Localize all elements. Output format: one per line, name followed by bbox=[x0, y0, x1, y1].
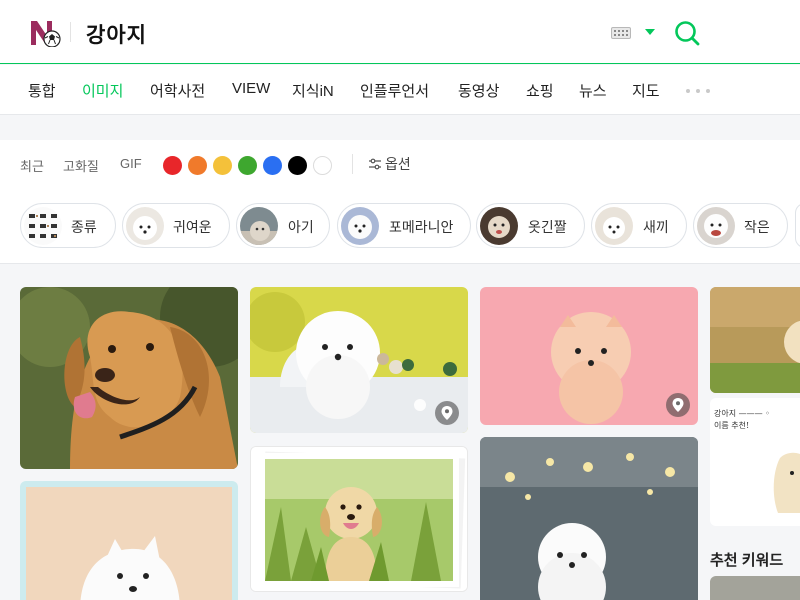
image-result-white-spitz[interactable] bbox=[20, 481, 238, 600]
tab-news[interactable]: 뉴스 bbox=[579, 80, 607, 101]
image-result-puppy-grass-partial[interactable] bbox=[710, 287, 800, 393]
chip-more[interactable] bbox=[795, 203, 800, 248]
keyboard-icon[interactable] bbox=[611, 27, 631, 39]
chip-baby[interactable]: 아기 bbox=[236, 203, 330, 248]
chip-label: 귀여운 bbox=[173, 219, 212, 235]
tab-kin[interactable]: 지식iN bbox=[292, 80, 334, 101]
tab-image[interactable]: 이미지 bbox=[82, 80, 123, 101]
search-tabs: 통합 이미지 어학사전 VIEW 지식iN 인플루언서 동영상 쇼핑 뉴스 지도 bbox=[0, 65, 800, 115]
tab-dictionary[interactable]: 어학사전 bbox=[150, 80, 205, 101]
dog-photo bbox=[480, 437, 698, 600]
tab-shopping[interactable]: 쇼핑 bbox=[526, 80, 554, 101]
chip-pomeranian[interactable]: 포메라니안 bbox=[337, 203, 471, 248]
options-label: 옵션 bbox=[385, 156, 411, 172]
image-result-white-pomeranian[interactable] bbox=[250, 287, 468, 433]
image-result-pink-pomeranian[interactable] bbox=[480, 287, 698, 425]
dog-illustration bbox=[773, 452, 800, 513]
chip-thumbnail bbox=[480, 207, 518, 245]
search-icon[interactable] bbox=[674, 20, 700, 46]
chip-type[interactable]: 종류 bbox=[20, 203, 116, 248]
chip-thumbnail bbox=[126, 207, 164, 245]
tab-map[interactable]: 지도 bbox=[632, 80, 660, 101]
chip-thumbnail bbox=[697, 207, 735, 245]
map-pin-icon[interactable] bbox=[435, 401, 459, 425]
chevron-down-icon[interactable] bbox=[645, 29, 655, 35]
tab-influencer[interactable]: 인플루언서 bbox=[360, 80, 429, 101]
chip-label: 아기 bbox=[288, 219, 314, 235]
chip-label: 새끼 bbox=[643, 219, 669, 235]
recommended-keywords-title: 추천 키워드 bbox=[710, 552, 784, 569]
dog-photo bbox=[20, 287, 238, 469]
image-result-golden-retriever[interactable] bbox=[20, 287, 238, 469]
color-filter-black[interactable] bbox=[288, 156, 307, 175]
logo-divider bbox=[70, 22, 71, 42]
chip-label: 옷긴짤 bbox=[528, 219, 567, 235]
recommended-thumbnail[interactable] bbox=[710, 576, 800, 600]
tab-view[interactable]: VIEW bbox=[232, 80, 270, 97]
more-dots-icon[interactable] bbox=[686, 89, 710, 93]
chip-label: 종류 bbox=[71, 219, 97, 235]
color-filter-green[interactable] bbox=[238, 156, 257, 175]
chip-funny[interactable]: 옷긴짤 bbox=[476, 203, 585, 248]
dog-photo bbox=[710, 287, 800, 393]
chip-puppy[interactable]: 새끼 bbox=[591, 203, 687, 248]
sliders-icon bbox=[369, 158, 381, 170]
chip-label: 작은 bbox=[744, 219, 770, 235]
options-button[interactable]: 옵션 bbox=[368, 155, 411, 173]
color-filter-yellow[interactable] bbox=[213, 156, 232, 175]
image-result-name-recommendation[interactable]: 강아지 ——— ◦ 이름 추천! bbox=[710, 398, 800, 526]
map-pin-icon[interactable] bbox=[666, 393, 690, 417]
chip-thumbnail bbox=[341, 207, 379, 245]
filter-gif[interactable]: GIF bbox=[120, 156, 142, 171]
image-result-white-maltese-bokeh[interactable] bbox=[480, 437, 698, 600]
chip-cute[interactable]: 귀여운 bbox=[122, 203, 230, 248]
filter-divider bbox=[352, 154, 353, 174]
color-filter-red[interactable] bbox=[163, 156, 182, 175]
color-filter-blue[interactable] bbox=[263, 156, 282, 175]
image-result-golden-puppy-grass[interactable] bbox=[250, 446, 468, 592]
filter-recent[interactable]: 최근 bbox=[20, 156, 44, 175]
tab-video[interactable]: 동영상 bbox=[458, 80, 499, 101]
chip-thumbnail bbox=[595, 207, 633, 245]
tab-integrated[interactable]: 통합 bbox=[28, 80, 56, 101]
chip-label: 포메라니안 bbox=[389, 219, 454, 235]
chip-thumbnail bbox=[240, 207, 278, 245]
filter-hd[interactable]: 고화질 bbox=[63, 156, 99, 175]
dog-photo bbox=[20, 481, 238, 600]
chip-small[interactable]: 작은 bbox=[693, 203, 788, 248]
search-query-text[interactable]: 강아지 bbox=[86, 19, 147, 49]
chip-thumbnail bbox=[24, 207, 62, 245]
color-filter-white[interactable] bbox=[313, 156, 332, 175]
color-filter-orange[interactable] bbox=[188, 156, 207, 175]
dog-photo bbox=[251, 447, 467, 591]
search-header: 강아지 bbox=[0, 0, 800, 64]
naver-logo-icon[interactable] bbox=[30, 19, 62, 48]
